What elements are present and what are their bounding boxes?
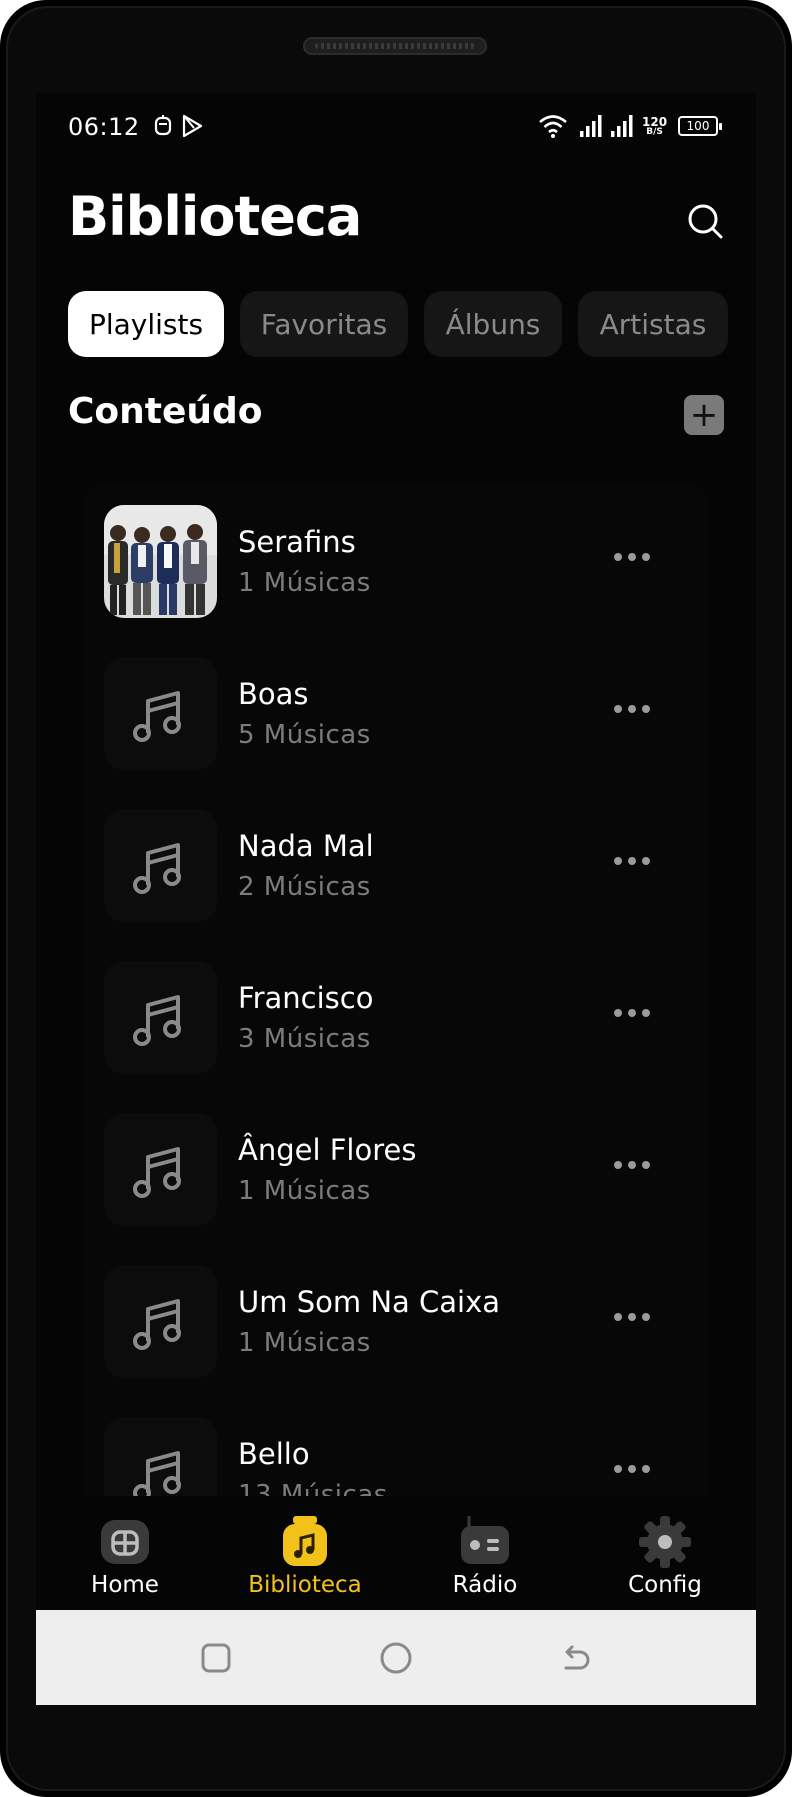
- library-icon: [283, 1516, 327, 1566]
- search-icon: [688, 204, 723, 239]
- app-screen: 06:12 120 B/S 100 Biblioteca Playlists F…: [36, 93, 756, 1705]
- playlist-item[interactable]: Boas 5 Músicas: [84, 635, 708, 787]
- music-note-icon: [104, 657, 217, 770]
- system-nav-bar: [36, 1610, 756, 1705]
- playlist-item[interactable]: Nada Mal 2 Músicas: [84, 787, 708, 939]
- music-note-icon: [104, 1113, 217, 1226]
- tab-artistas[interactable]: Artistas: [578, 291, 728, 357]
- more-options-button[interactable]: [608, 533, 656, 581]
- playlist-song-count: 2 Músicas: [238, 872, 371, 902]
- nav-config[interactable]: Config: [590, 1496, 740, 1610]
- wifi-icon: [538, 113, 568, 139]
- square-icon: [201, 1643, 231, 1673]
- nav-home-label: Home: [91, 1572, 159, 1598]
- nav-biblioteca-label: Biblioteca: [248, 1572, 362, 1598]
- gear-icon: [639, 1516, 691, 1568]
- add-playlist-button[interactable]: +: [684, 395, 724, 435]
- more-options-button[interactable]: [608, 1141, 656, 1189]
- playlist-name: Serafins: [238, 525, 356, 559]
- more-options-button[interactable]: [608, 837, 656, 885]
- home-system-button[interactable]: [378, 1640, 414, 1676]
- status-bar: 06:12 120 B/S 100: [36, 93, 756, 163]
- notification-app-icon: [152, 113, 174, 139]
- nav-radio-label: Rádio: [452, 1572, 518, 1598]
- playlist-name: Bello: [238, 1437, 310, 1471]
- play-store-icon: [180, 113, 204, 139]
- more-options-button[interactable]: [608, 685, 656, 733]
- music-note-icon: [104, 809, 217, 922]
- nav-radio[interactable]: Rádio: [410, 1496, 560, 1610]
- recent-apps-button[interactable]: [198, 1640, 234, 1676]
- music-note-icon: [104, 961, 217, 1074]
- circle-icon: [380, 1642, 412, 1674]
- playlist-item[interactable]: Francisco 3 Músicas: [84, 939, 708, 1091]
- playlist-item[interactable]: Serafins 1 Músicas: [84, 483, 708, 635]
- music-note-icon: [104, 1265, 217, 1378]
- tab-albuns[interactable]: Álbuns: [424, 291, 562, 357]
- nav-config-label: Config: [628, 1572, 702, 1598]
- playlist-name: Boas: [238, 677, 309, 711]
- playlist-song-count: 1 Músicas: [238, 1328, 371, 1358]
- bottom-nav: Home Biblioteca Rádio Config: [36, 1496, 756, 1610]
- radio-icon: [461, 1516, 509, 1564]
- speaker-grille: [303, 37, 487, 55]
- playlist-song-count: 3 Músicas: [238, 1024, 371, 1054]
- playlist-cover-photo: [104, 505, 217, 618]
- more-options-button[interactable]: [608, 1445, 656, 1493]
- plus-icon: +: [689, 395, 719, 435]
- section-title: Conteúdo: [68, 391, 263, 432]
- network-speed-value: 120: [642, 114, 668, 129]
- filter-tabs: Playlists Favoritas Álbuns Artistas: [68, 291, 728, 357]
- more-options-button[interactable]: [608, 989, 656, 1037]
- nav-biblioteca[interactable]: Biblioteca: [230, 1496, 380, 1610]
- network-speed: 120 B/S: [642, 113, 667, 139]
- playlist-song-count: 1 Músicas: [238, 568, 371, 598]
- phone-frame: 06:12 120 B/S 100 Biblioteca Playlists F…: [0, 0, 792, 1797]
- playlist-song-count: 5 Músicas: [238, 720, 371, 750]
- playlist-list: Serafins 1 Músicas Boas 5 Músicas Nada M…: [84, 483, 708, 1588]
- network-speed-unit: B/S: [646, 126, 663, 137]
- home-icon: [101, 1520, 149, 1564]
- signal-icon-2: [610, 113, 634, 139]
- battery-icon: 100: [678, 113, 722, 139]
- playlist-song-count: 1 Músicas: [238, 1176, 371, 1206]
- page-title: Biblioteca: [68, 185, 362, 248]
- tab-playlists[interactable]: Playlists: [68, 291, 224, 357]
- playlist-name: Um Som Na Caixa: [238, 1285, 501, 1319]
- playlist-item[interactable]: Ângel Flores 1 Músicas: [84, 1091, 708, 1243]
- signal-icon-1: [579, 113, 603, 139]
- battery-level: 100: [686, 119, 710, 133]
- tab-favoritas[interactable]: Favoritas: [240, 291, 408, 357]
- back-arrow-icon: [564, 1645, 590, 1670]
- playlist-item[interactable]: Um Som Na Caixa 1 Músicas: [84, 1243, 708, 1395]
- status-time: 06:12: [68, 113, 140, 141]
- playlist-name: Nada Mal: [238, 829, 374, 863]
- playlist-name: Francisco: [238, 981, 374, 1015]
- nav-home[interactable]: Home: [50, 1496, 200, 1610]
- more-options-button[interactable]: [608, 1293, 656, 1341]
- search-button[interactable]: [684, 200, 726, 242]
- back-button[interactable]: [558, 1640, 594, 1676]
- playlist-name: Ângel Flores: [238, 1133, 417, 1167]
